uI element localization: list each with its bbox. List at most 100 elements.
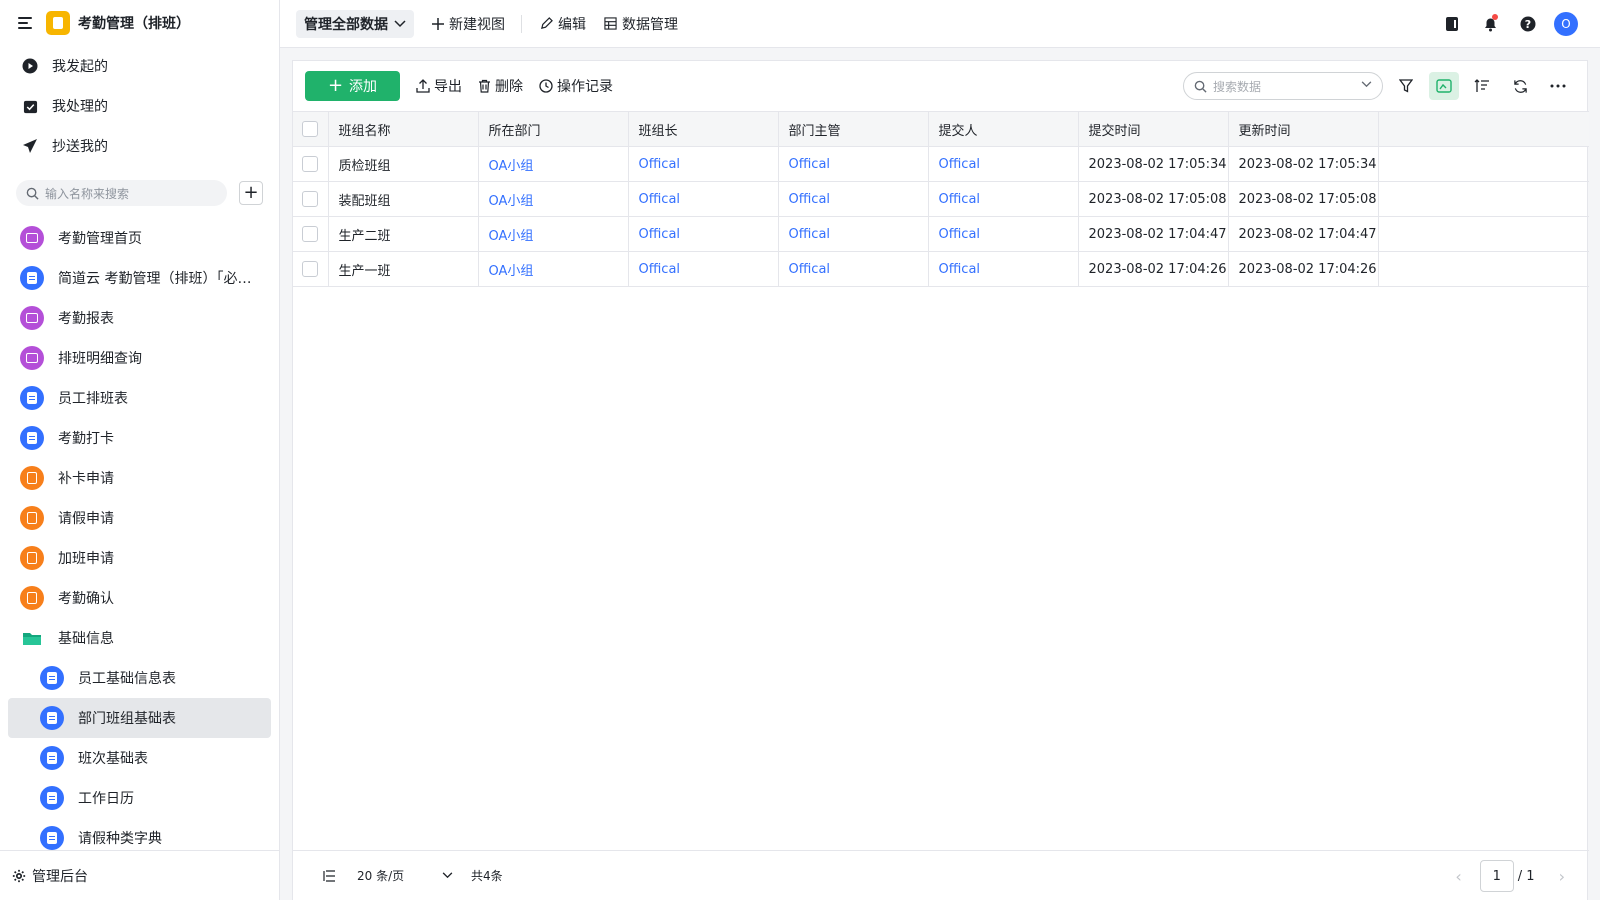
column-header[interactable]: 提交人 [928, 111, 1079, 147]
bell-icon[interactable] [1478, 12, 1502, 36]
add-item-button[interactable]: + [239, 181, 263, 205]
sidebar-item-label: 基础信息 [58, 631, 114, 647]
row-density-icon[interactable] [323, 869, 337, 882]
view-label: 管理全部数据 [304, 16, 388, 33]
table-cell[interactable]: Offical [928, 181, 1079, 217]
menu-icon[interactable] [18, 17, 34, 29]
sidebar-item-10[interactable]: 考勤确认 [8, 578, 271, 618]
sidebar-item-11[interactable]: 基础信息 [8, 618, 271, 658]
table-cell[interactable]: OA小组 [478, 251, 629, 287]
sidebar-item-label: 工作日历 [78, 791, 134, 807]
avatar[interactable]: O [1554, 12, 1578, 36]
sidebar-item-6[interactable]: 考勤打卡 [8, 418, 271, 458]
sidebar-item-5[interactable]: 员工排班表 [8, 378, 271, 418]
sidebar-item-1[interactable]: 考勤管理首页 [8, 218, 271, 258]
quick-item-2[interactable]: 我处理的 [0, 86, 279, 126]
sidebar-search-input[interactable]: 输入名称来搜索 [16, 180, 227, 206]
export-button[interactable]: 导出 [416, 76, 462, 96]
table-cell[interactable]: Offical [628, 146, 779, 182]
export-label: 导出 [434, 79, 462, 95]
table-row[interactable]: 生产一班 OA小组 Offical Offical Offical 2023-08-02 … [293, 251, 1589, 287]
svg-text:?: ? [1525, 18, 1531, 31]
data-manage-button[interactable]: 数据管理 [604, 14, 678, 34]
sidebar-item-label: 考勤确认 [58, 591, 114, 607]
help-icon[interactable]: ? [1516, 12, 1540, 36]
sidebar-item-label: 员工排班表 [58, 391, 128, 407]
row-checkbox[interactable] [302, 226, 319, 242]
table-cell[interactable]: Offical [928, 216, 1079, 252]
add-label: 添加 [349, 79, 378, 95]
document-icon [40, 706, 64, 730]
chevron-down-icon [442, 872, 453, 879]
sidebar-item-7[interactable]: 补卡申请 [8, 458, 271, 498]
table-cell[interactable]: OA小组 [478, 181, 629, 217]
table-cell[interactable]: OA小组 [478, 216, 629, 252]
sidebar-item-13[interactable]: 部门班组基础表 [8, 698, 271, 738]
new-view-button[interactable]: 新建视图 [432, 14, 505, 34]
document-icon [40, 666, 64, 690]
table-cell[interactable]: Offical [928, 146, 1079, 182]
next-page-icon[interactable]: › [1559, 867, 1565, 886]
sidebar-item-label: 考勤打卡 [58, 431, 114, 447]
page-size-select[interactable]: 20 条/页 [357, 867, 453, 884]
column-header[interactable]: 班组名称 [328, 111, 479, 147]
sidebar-item-15[interactable]: 工作日历 [8, 778, 271, 818]
select-all-checkbox[interactable] [302, 121, 319, 137]
edit-button[interactable]: 编辑 [540, 14, 586, 34]
quick-item-3[interactable]: 抄送我的 [0, 126, 279, 166]
refresh-icon[interactable] [1505, 72, 1535, 100]
delete-button[interactable]: 删除 [478, 76, 523, 96]
row-checkbox[interactable] [302, 156, 319, 172]
row-checkbox[interactable] [302, 261, 319, 277]
add-record-button[interactable]: + 添加 [305, 71, 400, 101]
document-icon [40, 786, 64, 810]
sidebar-item-label: 班次基础表 [78, 751, 148, 767]
row-checkbox[interactable] [302, 191, 319, 207]
row-select-cell [293, 216, 329, 252]
sidebar-item-4[interactable]: 排班明细查询 [8, 338, 271, 378]
view-selector[interactable]: 管理全部数据 [296, 9, 414, 38]
column-header[interactable]: 提交时间 [1078, 111, 1229, 147]
column-header[interactable]: 所在部门 [478, 111, 629, 147]
more-icon[interactable] [1543, 72, 1573, 100]
table-cell[interactable]: Offical [778, 251, 929, 287]
document-icon [20, 266, 44, 290]
notebook-icon[interactable] [1440, 12, 1464, 36]
quick-item-1[interactable]: 我发起的 [0, 46, 279, 86]
sidebar-item-12[interactable]: 员工基础信息表 [8, 658, 271, 698]
trash-icon [479, 79, 490, 93]
table-cell: 2023-08-02 17:04:47 [1228, 216, 1379, 252]
sort-icon[interactable] [1467, 72, 1497, 100]
table-cell[interactable]: Offical [778, 181, 929, 217]
row-select-cell [293, 251, 329, 287]
folder-icon [20, 626, 44, 650]
sidebar-item-2[interactable]: 简道云 考勤管理（排班）「必… [8, 258, 271, 298]
table-cell[interactable]: OA小组 [478, 146, 629, 182]
data-search-input[interactable]: 搜索数据 [1183, 72, 1383, 100]
table-cell[interactable]: Offical [928, 251, 1079, 287]
prev-page-icon[interactable]: ‹ [1455, 867, 1461, 886]
highlight-icon[interactable] [1429, 72, 1459, 100]
column-header[interactable]: 班组长 [628, 111, 779, 147]
table-cell[interactable]: Offical [778, 216, 929, 252]
app-title: 考勤管理（排班） [78, 16, 190, 32]
column-header[interactable]: 部门主管 [778, 111, 929, 147]
filter-icon[interactable] [1391, 72, 1421, 100]
page-number-input[interactable]: 1 [1479, 860, 1514, 892]
operation-log-button[interactable]: 操作记录 [539, 76, 613, 96]
sidebar-item-8[interactable]: 请假申请 [8, 498, 271, 538]
sidebar-item-3[interactable]: 考勤报表 [8, 298, 271, 338]
sidebar-item-label: 简道云 考勤管理（排班）「必… [58, 271, 252, 287]
table-cell[interactable]: Offical [778, 146, 929, 182]
admin-console-button[interactable]: 管理后台 [0, 850, 279, 900]
table-cell[interactable]: Offical [628, 181, 779, 217]
chevron-down-icon[interactable] [1361, 81, 1372, 88]
sidebar-item-14[interactable]: 班次基础表 [8, 738, 271, 778]
table-row[interactable]: 装配班组 OA小组 Offical Offical Offical 2023-08-02 … [293, 181, 1589, 217]
sidebar-item-9[interactable]: 加班申请 [8, 538, 271, 578]
table-cell[interactable]: Offical [628, 251, 779, 287]
column-header[interactable]: 更新时间 [1228, 111, 1379, 147]
table-row[interactable]: 质检班组 OA小组 Offical Offical Offical 2023-08-02 … [293, 146, 1589, 182]
table-row[interactable]: 生产二班 OA小组 Offical Offical Offical 2023-08-02 … [293, 216, 1589, 252]
table-cell[interactable]: Offical [628, 216, 779, 252]
